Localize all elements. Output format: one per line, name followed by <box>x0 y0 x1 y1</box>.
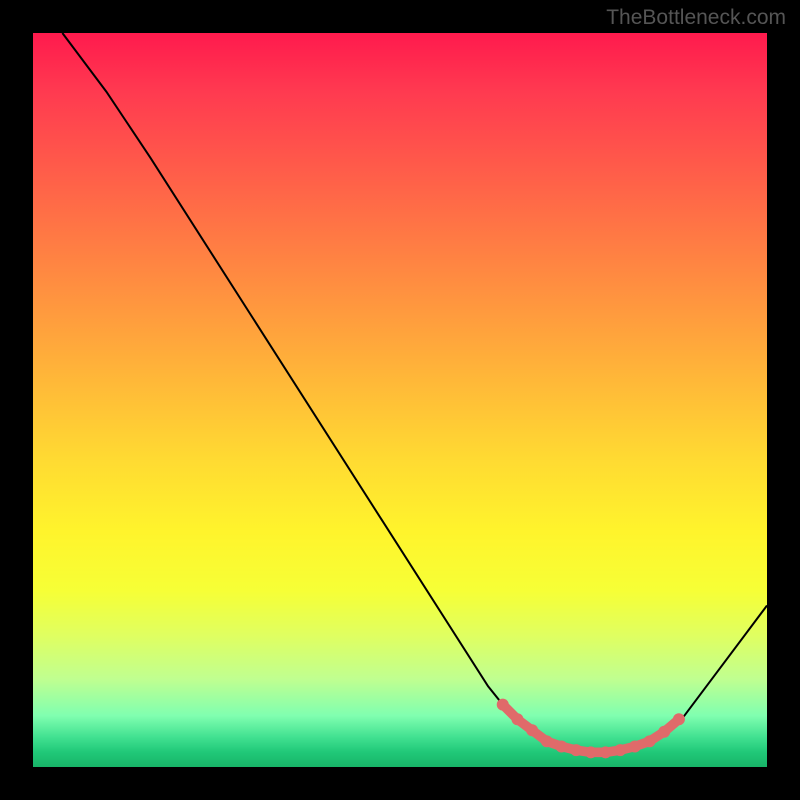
curve-line <box>62 33 767 752</box>
highlight-dots <box>497 699 685 759</box>
chart-container: TheBottleneck.com <box>0 0 800 800</box>
chart-svg <box>33 33 767 767</box>
watermark-text: TheBottleneck.com <box>606 6 786 30</box>
plot-area <box>33 33 767 767</box>
